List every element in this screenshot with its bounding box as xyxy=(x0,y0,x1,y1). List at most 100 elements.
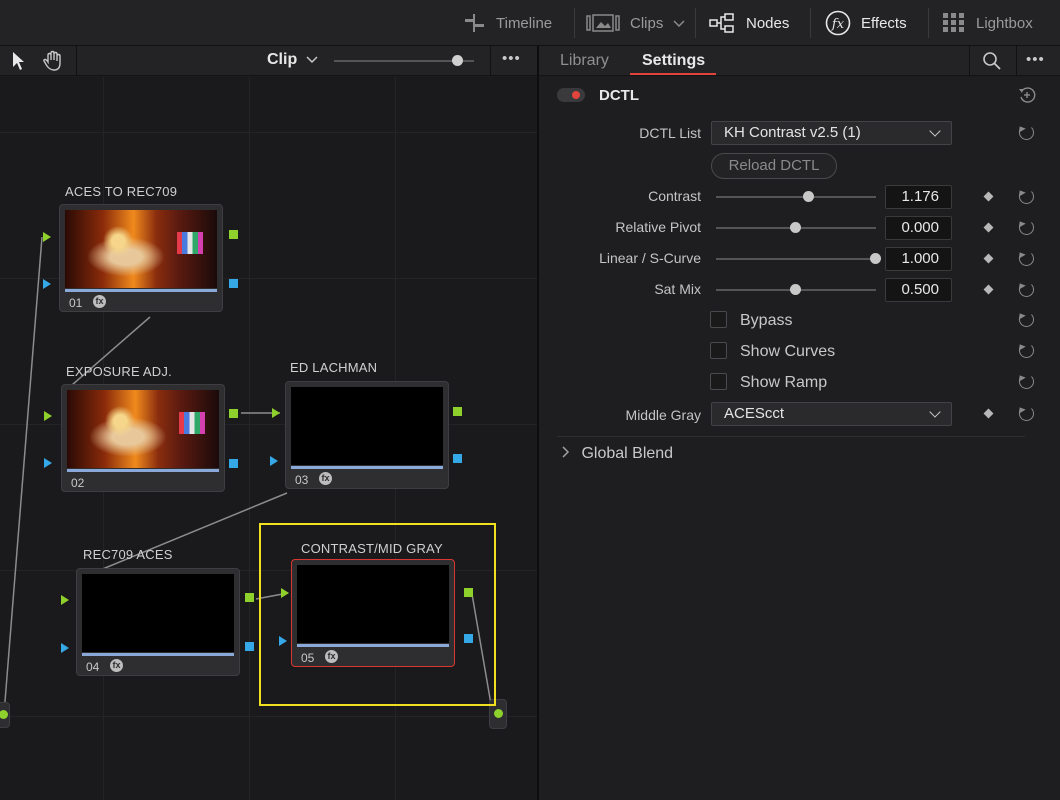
node-02-number: 02 xyxy=(71,476,85,490)
node-05-alpha-input[interactable] xyxy=(279,636,287,646)
linear-s-curve-keyframe-icon[interactable] xyxy=(983,253,994,264)
show-ramp-reset-icon[interactable] xyxy=(1019,374,1034,389)
timeline-icon xyxy=(465,14,484,32)
node-04-rgb-output[interactable] xyxy=(245,593,254,602)
top-toolbar: Timeline Clips Nodes fx Effects Lightbox xyxy=(0,0,1060,46)
relative-pivot-keyframe-icon[interactable] xyxy=(983,222,994,233)
nodes-label: Nodes xyxy=(746,14,790,32)
contrast-value-field[interactable]: 1.176 xyxy=(885,185,952,209)
clips-label: Clips xyxy=(630,14,664,32)
node-03-rgb-output[interactable] xyxy=(453,407,462,416)
clip-mode-label: Clip xyxy=(267,51,298,68)
contrast-slider-knob[interactable] xyxy=(802,191,814,202)
clips-button[interactable]: Clips xyxy=(586,0,685,46)
show-curves-reset-icon[interactable] xyxy=(1019,343,1034,358)
global-blend-section[interactable]: Global Blend xyxy=(561,445,673,463)
contrast-keyframe-icon[interactable] xyxy=(983,191,994,202)
node-02-rgb-input[interactable] xyxy=(44,411,52,421)
fx-icon: fx xyxy=(825,10,851,36)
chevron-down-icon xyxy=(673,20,685,28)
node-01-rgb-output[interactable] xyxy=(229,230,238,239)
node-options-button[interactable]: ••• xyxy=(502,50,521,67)
dctl-list-label: DCTL List xyxy=(639,125,701,141)
node-03-alpha-output[interactable] xyxy=(453,454,462,463)
node-04-alpha-input[interactable] xyxy=(61,643,69,653)
contrast-slider-track[interactable] xyxy=(716,196,876,198)
node-graph[interactable]: ACES TO REC709 01 fx EXPOSURE ADJ. 02 ED… xyxy=(0,77,537,800)
effects-label: Effects xyxy=(861,14,907,32)
sat-mix-reset-icon[interactable] xyxy=(1019,282,1034,297)
node-01-fx-icon: fx xyxy=(93,295,106,308)
linear-s-curve-slider-track[interactable] xyxy=(716,258,876,260)
node-02[interactable]: 02 xyxy=(61,384,225,492)
node-04-label: REC709 ACES xyxy=(83,547,173,562)
graph-source-connector[interactable] xyxy=(0,702,10,728)
node-01-label: ACES TO REC709 xyxy=(65,184,178,199)
search-icon[interactable] xyxy=(982,51,1002,71)
dctl-list-dropdown[interactable]: KH Contrast v2.5 (1) xyxy=(711,121,952,145)
node-03-fx-icon: fx xyxy=(319,472,332,485)
node-03-alpha-input[interactable] xyxy=(270,456,278,466)
middle-gray-dropdown[interactable]: ACEScct xyxy=(711,402,952,426)
node-05-label: CONTRAST/MID GRAY xyxy=(301,541,443,556)
bypass-reset-icon[interactable] xyxy=(1019,312,1034,327)
reload-dctl-button[interactable]: Reload DCTL xyxy=(711,153,837,179)
zoom-slider-knob[interactable] xyxy=(452,55,463,66)
node-01-alpha-output[interactable] xyxy=(229,279,238,288)
middle-gray-reset-icon[interactable] xyxy=(1019,406,1034,421)
timeline-button[interactable]: Timeline xyxy=(462,0,552,46)
middle-gray-label: Middle Gray xyxy=(625,407,701,423)
node-04[interactable]: 04 fx xyxy=(76,568,240,676)
relative-pivot-slider-knob[interactable] xyxy=(790,222,801,233)
relative-pivot-value-field[interactable]: 0.000 xyxy=(885,216,952,240)
tab-library[interactable]: Library xyxy=(560,46,609,76)
linear-s-curve-slider-knob[interactable] xyxy=(870,253,881,264)
settings-panel: DCTL DCTL List KH Contrast v2.5 (1) Relo… xyxy=(539,77,1060,800)
section-reset-icon[interactable] xyxy=(1018,86,1036,104)
node-01-alpha-input[interactable] xyxy=(43,279,51,289)
middle-gray-keyframe-icon[interactable] xyxy=(983,408,994,419)
nodes-button[interactable]: Nodes xyxy=(708,0,789,46)
lightbox-button[interactable]: Lightbox xyxy=(942,0,1033,46)
node-01-rgb-input[interactable] xyxy=(43,232,51,242)
node-02-alpha-output[interactable] xyxy=(229,459,238,468)
node-05-rgb-output[interactable] xyxy=(464,588,473,597)
node-05-thumbnail xyxy=(297,565,449,643)
node-03[interactable]: 03 fx xyxy=(285,381,449,489)
lightbox-grid-icon xyxy=(943,13,964,32)
linear-s-curve-reset-icon[interactable] xyxy=(1019,251,1034,266)
dctl-enable-toggle[interactable] xyxy=(557,88,585,102)
svg-text:fx: fx xyxy=(831,17,845,32)
node-02-thumbnail xyxy=(67,390,219,468)
node-04-rgb-input[interactable] xyxy=(61,595,69,605)
node-04-thumbnail xyxy=(82,574,234,652)
clip-mode-dropdown[interactable]: Clip xyxy=(267,51,318,69)
node-02-rgb-output[interactable] xyxy=(229,409,238,418)
linear-s-curve-value-field[interactable]: 1.000 xyxy=(885,247,952,271)
node-05[interactable]: 05 fx xyxy=(291,559,455,667)
clips-icon xyxy=(586,14,620,32)
sat-mix-slider-knob[interactable] xyxy=(790,284,801,295)
sat-mix-label: Sat Mix xyxy=(654,281,701,297)
chevron-down-icon xyxy=(306,56,318,64)
contrast-reset-icon[interactable] xyxy=(1019,189,1034,204)
tab-settings[interactable]: Settings xyxy=(642,46,705,76)
node-05-alpha-output[interactable] xyxy=(464,634,473,643)
dctl-list-reset-icon[interactable] xyxy=(1019,125,1034,140)
node-02-alpha-input[interactable] xyxy=(44,458,52,468)
show-ramp-checkbox[interactable] xyxy=(710,373,727,390)
relative-pivot-reset-icon[interactable] xyxy=(1019,220,1034,235)
node-01[interactable]: 01 fx xyxy=(59,204,223,312)
pointer-icon[interactable] xyxy=(10,51,26,71)
sat-mix-keyframe-icon[interactable] xyxy=(983,284,994,295)
node-04-alpha-output[interactable] xyxy=(245,642,254,651)
contrast-label: Contrast xyxy=(648,188,701,204)
show-curves-checkbox[interactable] xyxy=(710,342,727,359)
panel-options-button[interactable]: ••• xyxy=(1026,51,1045,68)
effects-button[interactable]: fx Effects xyxy=(825,0,907,46)
chevron-down-icon xyxy=(929,125,941,137)
toggle-indicator xyxy=(572,91,580,99)
hand-icon[interactable] xyxy=(42,50,64,72)
bypass-checkbox[interactable] xyxy=(710,311,727,328)
sat-mix-value-field[interactable]: 0.500 xyxy=(885,278,952,302)
